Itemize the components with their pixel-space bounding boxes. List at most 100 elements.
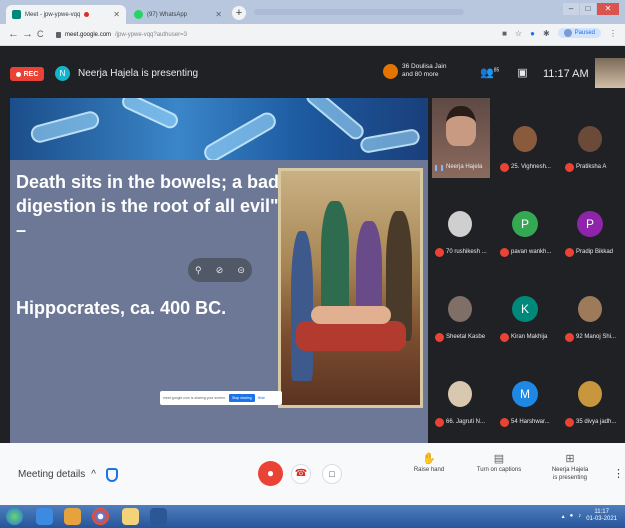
participant-tile[interactable]: P Pradip Bikkad: [562, 183, 620, 263]
word-icon[interactable]: [150, 508, 167, 525]
captions-icon: ▤: [493, 453, 505, 465]
mic-off-icon: [435, 333, 444, 342]
raise-hand-button[interactable]: ✋ Raise hand: [412, 454, 446, 474]
remove-icon[interactable]: ⊝: [237, 265, 245, 276]
meet-top-icons: 👥85 ▣: [480, 66, 528, 79]
avatar: [448, 296, 472, 322]
reload-button[interactable]: C: [37, 29, 44, 39]
leave-call-button[interactable]: ☎: [291, 464, 311, 484]
tray-time: 11:17: [594, 509, 609, 515]
chrome-icon[interactable]: [92, 508, 109, 525]
participant-name: Sheetal Kasbe: [446, 334, 486, 340]
participant-name: 92 Manoj Shi...: [576, 334, 617, 340]
window-controls: – □ ✕: [563, 3, 619, 15]
extension-icon[interactable]: ●: [530, 29, 535, 38]
meeting-details-button[interactable]: Meeting details ^: [18, 469, 96, 480]
windows-taskbar: ▴ ● ♪ 11:17 01-03-2021: [0, 505, 625, 528]
present-screen-icon: ⊞: [565, 453, 575, 465]
notes-icon[interactable]: [122, 508, 139, 525]
participant-tile[interactable]: Sheetal Kasbe: [432, 268, 490, 348]
avatar: [448, 381, 472, 407]
network-icon[interactable]: ●: [570, 513, 574, 519]
self-view-thumbnail[interactable]: [595, 58, 625, 88]
mic-off-icon: [565, 418, 574, 427]
lock-icon: [56, 32, 61, 38]
profile-paused-button[interactable]: Paused: [557, 28, 601, 38]
more-options-button[interactable]: ⋮: [613, 467, 624, 480]
bacteria-shape: [359, 127, 421, 155]
meet-bottom-bar: Meeting details ^ ● ☎ □ ✋ Raise hand ▤ T…: [0, 443, 625, 505]
mic-off-icon: [565, 163, 574, 172]
captions-button[interactable]: ▤ Turn on captions: [470, 453, 528, 474]
chevron-up-icon: ^: [91, 469, 96, 480]
participant-tile[interactable]: 35 divya jadh...: [562, 353, 620, 433]
file-explorer-icon[interactable]: [64, 508, 81, 525]
url-path: /jpw-ypwe-vqq?authuser=3: [115, 32, 187, 38]
participant-tile-speaker[interactable]: Neerja Hajela: [432, 98, 490, 178]
participant-tile[interactable]: Pratiksha A: [562, 98, 620, 178]
mic-off-icon: [500, 418, 509, 427]
participant-tile[interactable]: 70 rushikesh ...: [432, 183, 490, 263]
stop-sharing-button[interactable]: Stop sharing: [229, 394, 255, 402]
pin-icon[interactable]: ⚲: [195, 265, 202, 276]
camera-toggle-button[interactable]: □: [322, 464, 342, 484]
close-icon[interactable]: ✕: [215, 10, 222, 19]
avatar: [513, 126, 537, 152]
presenting-button[interactable]: ⊞ Neerja Hajela is presenting: [545, 453, 595, 482]
back-button[interactable]: ←: [8, 28, 19, 40]
volume-icon[interactable]: ♪: [578, 513, 581, 519]
people-button[interactable]: 👥85: [480, 66, 499, 79]
participant-tile[interactable]: 66. Jagruti N...: [432, 353, 490, 433]
tray-arrow-icon[interactable]: ▴: [562, 513, 565, 520]
slide-quote: Death sits in the bowels; a bad digestio…: [16, 172, 280, 240]
address-bar: ← → C meet.google.com/jpw-ypwe-vqq?authu…: [0, 24, 625, 46]
camera-in-use-icon[interactable]: ■: [502, 29, 507, 38]
participant-tile[interactable]: P pavan wankh...: [497, 183, 555, 263]
avatar: [578, 126, 602, 152]
bacteria-shape: [119, 98, 181, 131]
recording-badge: REC: [10, 67, 44, 81]
join-notification-text: 36 Doulisa Jain and 80 more: [402, 63, 452, 79]
chat-icon[interactable]: ▣: [517, 66, 527, 79]
microphone-toggle-button[interactable]: ●: [258, 461, 283, 486]
close-icon[interactable]: ✕: [113, 10, 120, 19]
screen-sharing-bar: meet.google.com is sharing your screen. …: [160, 391, 282, 405]
participant-tile[interactable]: 25. Vighnesh...: [497, 98, 555, 178]
participant-tile[interactable]: 92 Manoj Shi...: [562, 268, 620, 348]
avatar: [578, 296, 602, 322]
shield-icon[interactable]: [106, 468, 118, 482]
presenter-avatar: N: [55, 66, 70, 81]
new-tab-button[interactable]: +: [232, 6, 246, 20]
tab-title: (97) WhatsApp: [147, 11, 188, 18]
mic-off-icon: [565, 333, 574, 342]
tray-clock[interactable]: 11:17 01-03-2021: [586, 509, 617, 523]
tab-meet[interactable]: Meet - jpw-ypwe-vqq ✕: [6, 5, 126, 24]
minimize-button[interactable]: –: [563, 3, 579, 15]
participant-tile[interactable]: M 54 Harshwar...: [497, 353, 555, 433]
avatar: K: [512, 296, 538, 322]
forward-button[interactable]: →: [22, 28, 33, 40]
join-notification[interactable]: 36 Doulisa Jain and 80 more: [383, 63, 452, 79]
participant-tile[interactable]: K Kiran Makhija: [497, 268, 555, 348]
participant-name: 35 divya jadh...: [576, 419, 617, 425]
mute-icon[interactable]: ⊘: [216, 265, 224, 276]
profile-avatar: [563, 29, 572, 37]
hide-button[interactable]: Hide: [258, 396, 265, 400]
camera-icon: □: [329, 469, 335, 479]
speaking-indicator-icon: [435, 165, 443, 171]
mic-off-icon: [435, 248, 444, 257]
tab-whatsapp[interactable]: (97) WhatsApp ✕: [128, 5, 228, 24]
participant-name: 25. Vighnesh...: [511, 164, 551, 170]
participant-name: 70 rushikesh ...: [446, 249, 487, 255]
maximize-button[interactable]: □: [580, 3, 596, 15]
browser-menu-icon[interactable]: ⋮: [609, 29, 617, 38]
ie-browser-icon[interactable]: [36, 508, 53, 525]
url-field[interactable]: meet.google.com/jpw-ypwe-vqq?authuser=3: [56, 28, 187, 42]
participant-grid: Neerja Hajela 25. Vighnesh... Pratiksha …: [432, 98, 625, 443]
extensions-puzzle-icon[interactable]: ✱: [543, 29, 550, 38]
start-button-icon[interactable]: [6, 508, 23, 525]
window-close-button[interactable]: ✕: [597, 3, 619, 15]
sharing-text: meet.google.com is sharing your screen.: [163, 396, 227, 400]
bookmark-star-icon[interactable]: ☆: [515, 29, 522, 38]
painting-figure: [291, 231, 313, 381]
